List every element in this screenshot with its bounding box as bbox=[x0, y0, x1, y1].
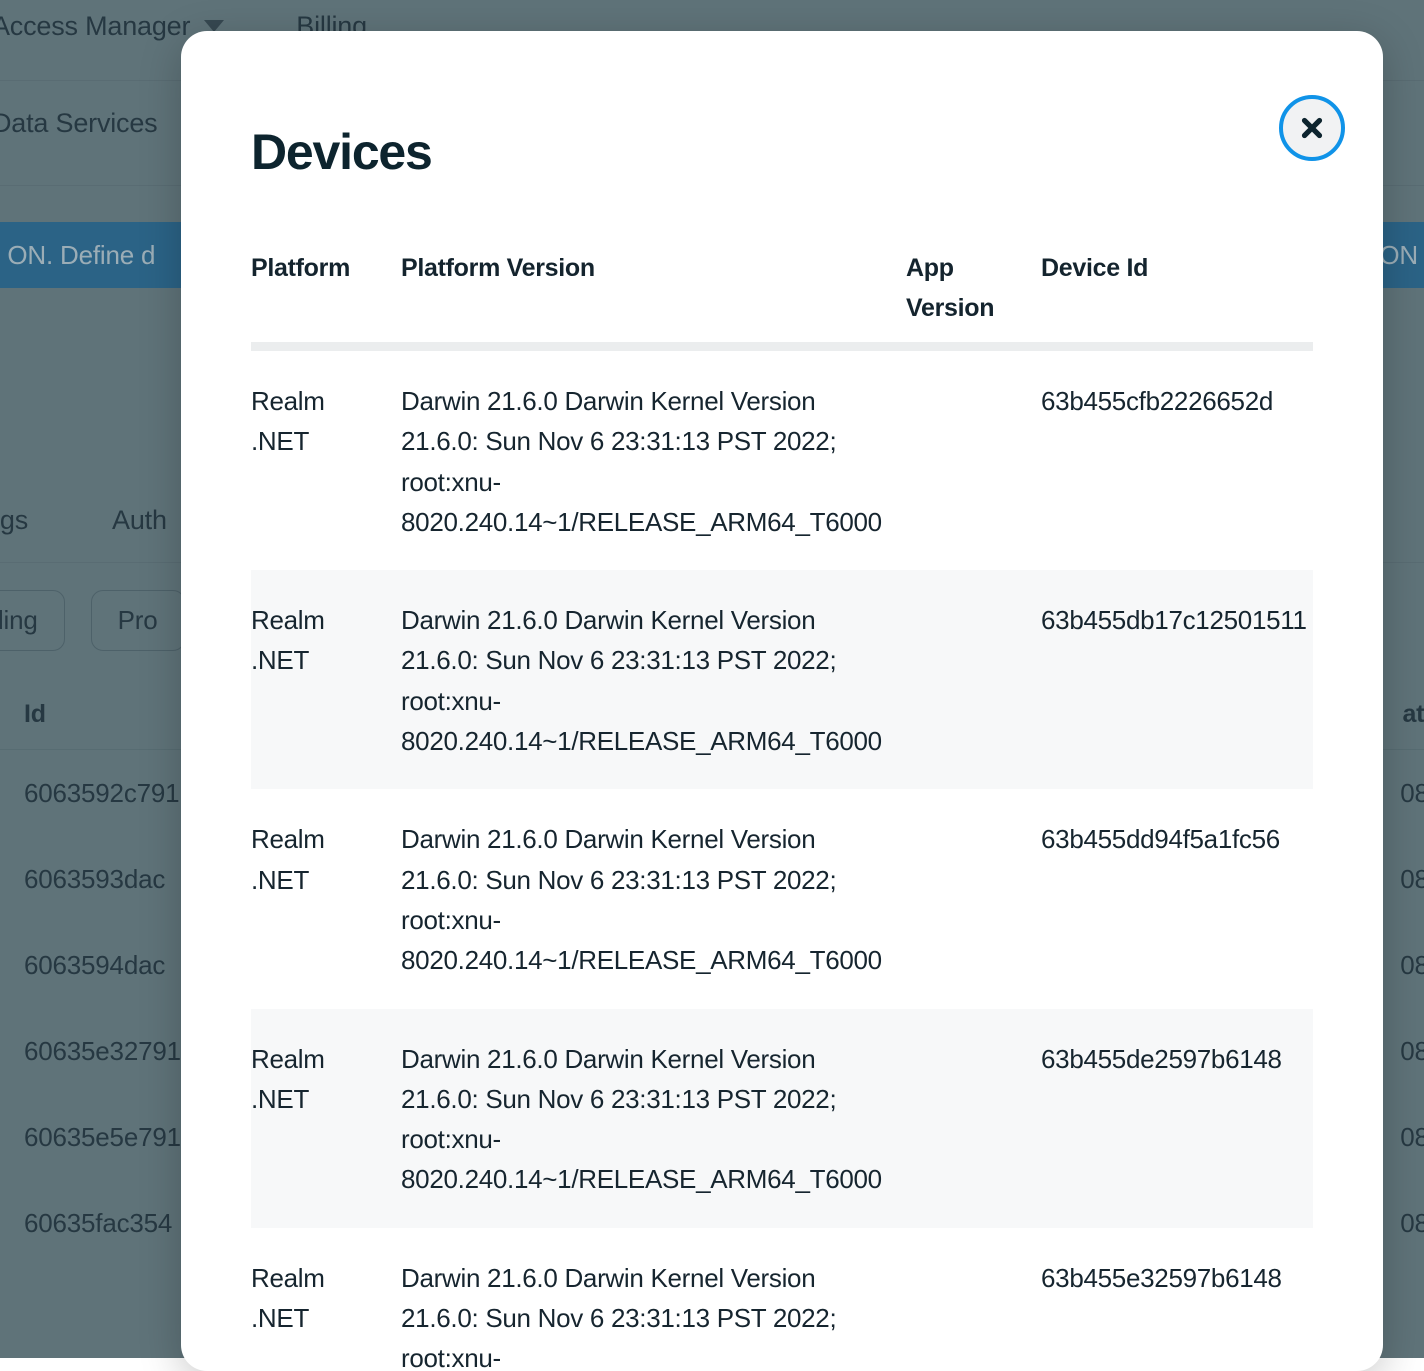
cell-date: 08:3 bbox=[1400, 778, 1424, 809]
filter-pill-pending[interactable]: nding bbox=[0, 590, 65, 651]
tab-authentication[interactable]: Auth bbox=[112, 505, 167, 536]
cell-id: 60635e32791 bbox=[24, 1036, 181, 1067]
cell-platform-version: Darwin 21.6.0 Darwin Kernel Version 21.6… bbox=[401, 1256, 906, 1371]
table-row[interactable]: Realm .NET Darwin 21.6.0 Darwin Kernel V… bbox=[251, 570, 1313, 789]
table-row[interactable]: Realm .NET Darwin 21.6.0 Darwin Kernel V… bbox=[251, 351, 1313, 570]
banner-status-text: ON bbox=[1379, 240, 1418, 271]
close-button-wrapper bbox=[1279, 95, 1345, 161]
cell-platform-version: Darwin 21.6.0 Darwin Kernel Version 21.6… bbox=[401, 817, 906, 980]
devices-modal: Devices Platform Platform Version App Ve… bbox=[181, 31, 1383, 1371]
table-row[interactable]: Realm .NET Darwin 21.6.0 Darwin Kernel V… bbox=[251, 789, 1313, 1008]
cell-platform: Realm .NET bbox=[251, 598, 401, 681]
nav-item-label: Access Manager bbox=[0, 11, 190, 42]
cell-id: 6063594dac bbox=[24, 950, 165, 981]
table-header-divider bbox=[251, 342, 1313, 351]
devices-table: Platform Platform Version App Version De… bbox=[251, 248, 1313, 1371]
column-header-app-version: App Version bbox=[906, 248, 1041, 328]
cell-date: 08:3 bbox=[1400, 950, 1424, 981]
cell-platform: Realm .NET bbox=[251, 379, 401, 462]
table-row[interactable]: Realm .NET Darwin 21.6.0 Darwin Kernel V… bbox=[251, 1228, 1313, 1371]
cell-date: 08:3 bbox=[1400, 1208, 1424, 1239]
tab-label: Auth bbox=[112, 505, 167, 535]
table-row[interactable]: Realm .NET Darwin 21.6.0 Darwin Kernel V… bbox=[251, 1009, 1313, 1228]
cell-id: 6063592c791 bbox=[24, 778, 179, 809]
filter-pill-label: Pro bbox=[118, 605, 158, 635]
cell-platform-version: Darwin 21.6.0 Darwin Kernel Version 21.6… bbox=[401, 379, 906, 542]
column-header-device-id: Device Id bbox=[1041, 248, 1313, 288]
filter-pill-label: nding bbox=[0, 605, 38, 635]
background-filter-pills: nding Pro bbox=[0, 590, 185, 651]
banner-text: is ON. Define d bbox=[0, 240, 155, 271]
tab-settings[interactable]: tings bbox=[0, 505, 28, 536]
cell-device-id: 63b455db17c12501511 bbox=[1041, 598, 1313, 640]
cell-platform: Realm .NET bbox=[251, 1256, 401, 1339]
cell-platform: Realm .NET bbox=[251, 817, 401, 900]
cell-platform: Realm .NET bbox=[251, 1037, 401, 1120]
cell-device-id: 63b455e32597b6148 bbox=[1041, 1256, 1313, 1298]
cell-date: 08:3 bbox=[1400, 1036, 1424, 1067]
nav-item-label: Data Services bbox=[0, 108, 157, 138]
nav-item-data-services[interactable]: Data Services bbox=[0, 108, 157, 139]
close-icon bbox=[1299, 115, 1325, 141]
cell-id: 60635fac354 bbox=[24, 1208, 172, 1239]
cell-device-id: 63b455dd94f5a1fc56 bbox=[1041, 817, 1313, 859]
cell-device-id: 63b455cfb2226652d bbox=[1041, 379, 1313, 421]
cell-platform-version: Darwin 21.6.0 Darwin Kernel Version 21.6… bbox=[401, 1037, 906, 1200]
column-header-id: Id bbox=[24, 700, 46, 729]
column-header-platform-version: Platform Version bbox=[401, 248, 906, 288]
cell-id: 6063593dac bbox=[24, 864, 165, 895]
background-tabs: tings Auth bbox=[0, 505, 167, 536]
cell-id: 60635e5e791 bbox=[24, 1122, 181, 1153]
column-header-platform: Platform bbox=[251, 248, 401, 288]
tab-label: tings bbox=[0, 505, 28, 535]
close-button[interactable] bbox=[1279, 95, 1345, 161]
column-header-date: ate bbox=[1402, 700, 1424, 729]
cell-date: 08:3 bbox=[1400, 1122, 1424, 1153]
table-header-row: Platform Platform Version App Version De… bbox=[251, 248, 1313, 342]
cell-platform-version: Darwin 21.6.0 Darwin Kernel Version 21.6… bbox=[401, 598, 906, 761]
filter-pill-provider[interactable]: Pro bbox=[91, 590, 185, 651]
cell-device-id: 63b455de2597b6148 bbox=[1041, 1037, 1313, 1079]
cell-date: 08:3 bbox=[1400, 864, 1424, 895]
page-title: Devices bbox=[251, 123, 432, 181]
